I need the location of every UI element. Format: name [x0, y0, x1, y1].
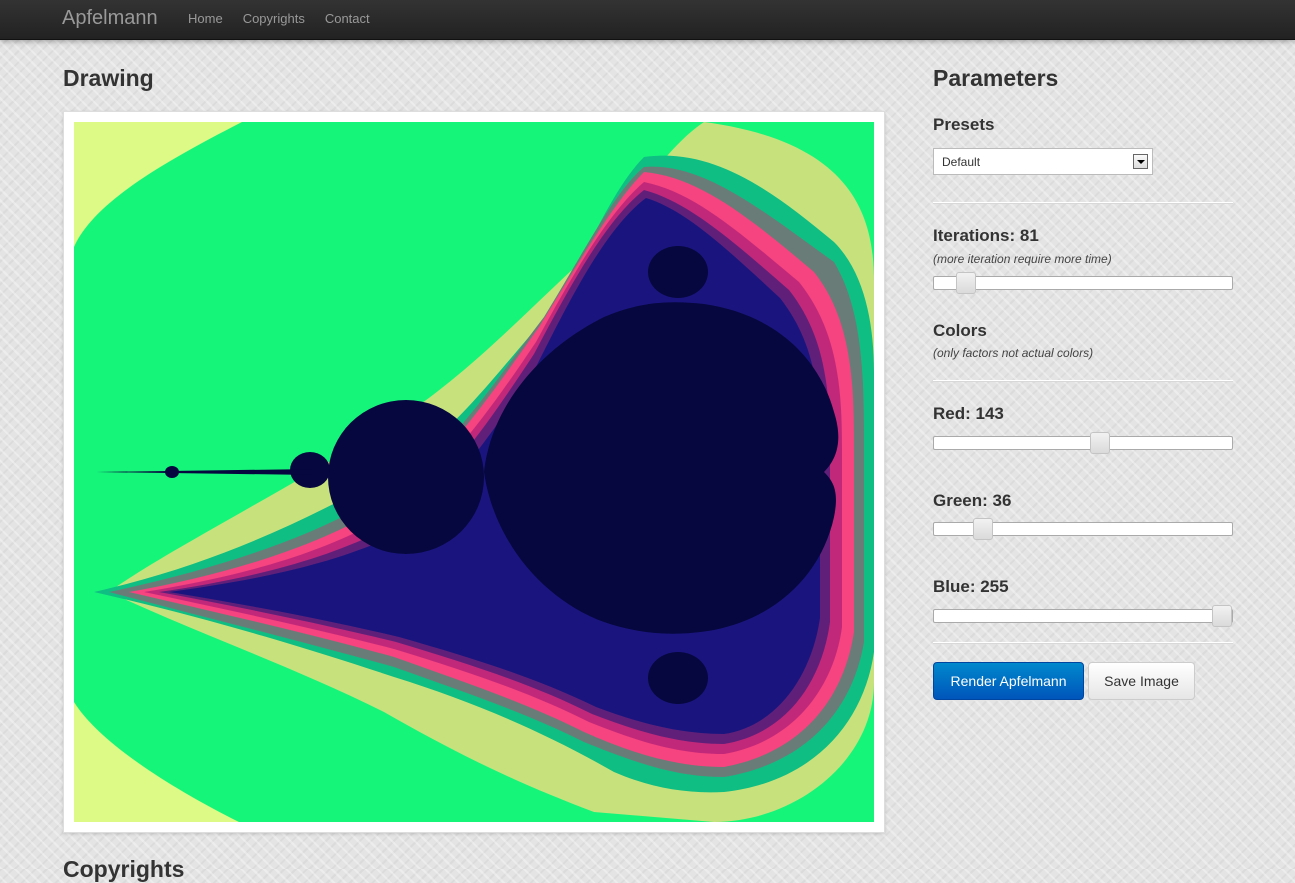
chevron-down-icon[interactable]: [1133, 154, 1148, 169]
divider: [933, 380, 1233, 382]
mandelbrot-period2-bulb: [328, 400, 484, 554]
presets-select[interactable]: Default: [933, 148, 1153, 175]
green-slider-handle[interactable]: [972, 518, 993, 540]
colors-label: Colors: [933, 321, 987, 340]
colors-hint: (only factors not actual colors): [933, 346, 1094, 360]
iterations-hint: (more iteration require more time): [933, 252, 1112, 266]
divider: [933, 202, 1233, 204]
nav-links: Home Copyrights Contact: [188, 11, 390, 26]
brand-link[interactable]: Apfelmann: [62, 7, 158, 30]
red-label: Red: 143: [933, 404, 1004, 423]
blue-slider-handle[interactable]: [1212, 605, 1232, 627]
copyrights-heading: Copyrights: [63, 856, 185, 882]
red-slider-handle[interactable]: [1089, 432, 1110, 454]
blue-label: Blue: 255: [933, 577, 1009, 596]
mandelbrot-bottom-bulb: [648, 652, 708, 704]
presets-label: Presets: [933, 115, 995, 134]
render-button[interactable]: Render Apfelmann: [933, 662, 1084, 700]
mandelbrot-canvas: [74, 122, 874, 822]
iterations-label: Iterations: 81: [933, 226, 1039, 245]
green-slider[interactable]: [933, 518, 1233, 540]
green-label: Green: 36: [933, 491, 1012, 510]
nav-copyrights-link[interactable]: Copyrights: [243, 11, 305, 26]
parameters-heading: Parameters: [933, 65, 1059, 91]
nav-home-link[interactable]: Home: [188, 11, 223, 26]
mandelbrot-top-bulb: [648, 246, 708, 298]
presets-selected-value: Default: [942, 155, 981, 169]
divider: [933, 642, 1233, 644]
red-slider[interactable]: [933, 432, 1233, 454]
drawing-frame: [63, 111, 885, 833]
navbar: Apfelmann Home Copyrights Contact: [0, 0, 1295, 40]
nav-contact-link[interactable]: Contact: [325, 11, 370, 26]
iterations-slider-handle[interactable]: [956, 272, 977, 294]
save-image-button[interactable]: Save Image: [1088, 662, 1195, 700]
blue-slider[interactable]: [933, 605, 1233, 627]
drawing-heading: Drawing: [63, 65, 154, 91]
iterations-slider[interactable]: [933, 272, 1233, 294]
